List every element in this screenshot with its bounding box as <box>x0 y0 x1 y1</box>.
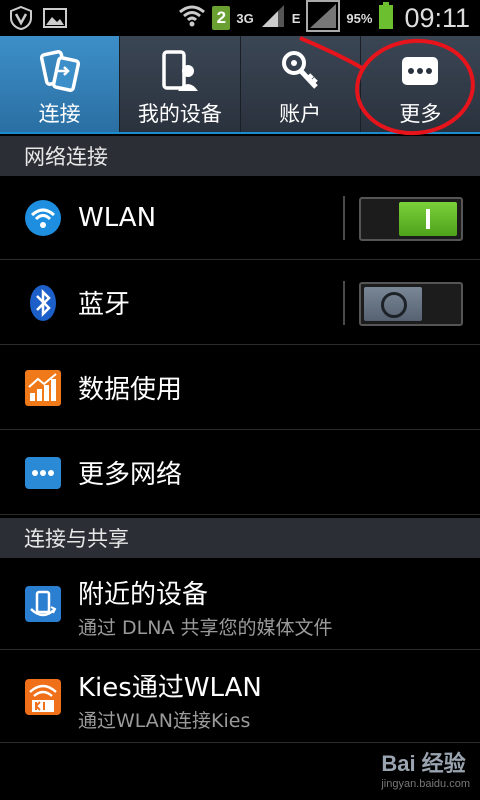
notification-count-badge: 2 <box>212 6 231 30</box>
section-header-network: 网络连接 <box>0 136 480 176</box>
list-item-label: 蓝牙 <box>78 290 131 320</box>
toggle-knob <box>364 287 422 321</box>
list-item-label: 附近的设备 <box>78 580 209 610</box>
list-item-label: WLAN <box>78 202 157 233</box>
image-icon <box>42 5 68 35</box>
divider <box>343 196 345 240</box>
tab-label: 更多 <box>399 102 442 126</box>
battery-icon <box>378 2 394 34</box>
watermark-url: jingyan.baidu.com <box>381 778 470 790</box>
divider <box>343 281 345 325</box>
signal-2-icon <box>306 0 341 36</box>
connection-icon <box>37 48 83 94</box>
list-item-kies-wlan[interactable]: Kies通过WLAN 通过WLAN连接Kies <box>0 651 480 743</box>
kies-icon <box>24 678 62 716</box>
watermark-logo: Bai 经验 <box>381 751 466 776</box>
bluetooth-icon <box>24 284 62 322</box>
signal-3g-label: 3G <box>236 10 254 26</box>
battery-percent: 95% <box>346 10 373 26</box>
tab-label: 账户 <box>279 102 322 126</box>
device-icon <box>157 48 203 94</box>
v-shield-icon <box>8 5 34 35</box>
tab-more[interactable]: 更多 <box>361 36 480 132</box>
list-item-label: Kies通过WLAN <box>78 673 262 703</box>
clock: 09:11 <box>404 2 470 33</box>
status-bar: 2 3G E 95% 09:11 <box>0 0 480 36</box>
list-item-subtitle: 通过 DLNA 共享您的媒体文件 <box>78 617 333 639</box>
tab-accounts[interactable]: 账户 <box>241 36 361 132</box>
bluetooth-toggle[interactable] <box>359 282 463 326</box>
wifi-icon <box>24 199 62 237</box>
list-item-data-usage[interactable]: 数据使用 <box>0 346 480 430</box>
data-usage-icon <box>24 369 62 407</box>
list-item-label: 更多网络 <box>78 460 183 490</box>
toggle-knob <box>399 202 457 236</box>
key-icon <box>277 48 323 94</box>
more-networks-icon <box>24 454 62 492</box>
signal-icon <box>260 3 286 33</box>
list-item-more-networks[interactable]: 更多网络 <box>0 431 480 515</box>
more-icon <box>397 48 443 94</box>
list-item-subtitle: 通过WLAN连接Kies <box>78 710 251 732</box>
list-item-bluetooth[interactable]: 蓝牙 <box>0 261 480 345</box>
signal-e-label: E <box>291 10 301 26</box>
tab-label: 连接 <box>38 102 81 126</box>
tab-label: 我的设备 <box>137 102 222 126</box>
settings-tab-bar: 连接 我的设备 账户 更多 <box>0 36 480 134</box>
tab-connections[interactable]: 连接 <box>0 36 121 132</box>
tab-my-device[interactable]: 我的设备 <box>120 36 241 132</box>
nearby-devices-icon <box>24 585 62 623</box>
list-item-label: 数据使用 <box>78 375 183 405</box>
section-header-sharing: 连接与共享 <box>0 518 480 558</box>
wlan-toggle[interactable] <box>359 197 463 241</box>
wifi-icon <box>178 3 206 33</box>
list-item-nearby-devices[interactable]: 附近的设备 通过 DLNA 共享您的媒体文件 <box>0 558 480 650</box>
watermark: Bai 经验 jingyan.baidu.com <box>381 746 470 790</box>
list-item-wlan[interactable]: WLAN <box>0 176 480 260</box>
